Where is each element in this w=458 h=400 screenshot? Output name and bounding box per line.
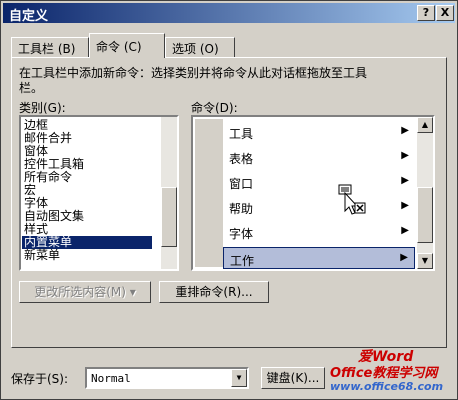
help-button[interactable]: ? — [417, 5, 435, 21]
save-in-value: Normal — [91, 372, 131, 385]
command-label: 工作 — [230, 254, 255, 268]
categories-list[interactable]: 边框 邮件合并 窗体 控件工具箱 所有命令 宏 字体 自动图文集 样式 内置菜单… — [19, 115, 179, 271]
command-label: 帮助 — [229, 202, 254, 216]
dialog-title: 自定义 — [9, 9, 49, 24]
customize-dialog: 自定义 ? X 工具栏 (B) 命令 (C) 选项 (O) 在工具栏中添加新命令… — [0, 0, 458, 400]
title-bar[interactable]: 自定义 ? X — [3, 3, 455, 24]
command-item[interactable]: 窗口 ▶ — [223, 171, 415, 193]
submenu-arrow-icon: ▶ — [401, 225, 409, 236]
command-label: 表格 — [229, 152, 254, 166]
command-label: 字体 — [229, 227, 254, 241]
command-label: 工具 — [229, 127, 254, 141]
categories-scroll-thumb[interactable] — [161, 187, 177, 247]
save-in-label: 保存于(S): — [11, 372, 69, 386]
save-in-combo[interactable]: Normal ▼ — [85, 367, 249, 389]
submenu-arrow-icon: ▶ — [401, 150, 409, 161]
scroll-up-icon[interactable]: ▲ — [417, 117, 433, 133]
tab-options[interactable]: 选项 (O) — [165, 37, 235, 57]
command-icon-strip — [195, 119, 223, 267]
instructions-line2: 栏。 — [19, 81, 44, 95]
drag-cursor-icon — [338, 184, 366, 215]
keyboard-button[interactable]: 键盘(K)... — [261, 367, 325, 389]
categories-scrollbar[interactable] — [161, 117, 177, 269]
close-button[interactable]: X — [436, 5, 454, 21]
instructions-line1: 在工具栏中添加新命令：选择类别并将命令从此对话框拖放至工具 — [19, 66, 368, 80]
command-item[interactable]: 帮助 ▶ — [223, 196, 415, 218]
submenu-arrow-icon: ▶ — [401, 175, 409, 186]
commands-scrollbar[interactable]: ▲ ▼ — [417, 117, 433, 269]
watermark-url: www.office68.com — [330, 380, 444, 393]
commands-scroll-thumb[interactable] — [417, 187, 433, 243]
category-item[interactable]: 新菜单 — [24, 249, 60, 262]
command-item[interactable]: 表格 ▶ — [223, 146, 415, 168]
rearrange-commands-button[interactable]: 重排命令(R)... — [159, 281, 269, 303]
commands-label: 命令(D): — [191, 101, 238, 115]
command-label: 窗口 — [229, 177, 254, 191]
submenu-arrow-icon: ▶ — [401, 125, 409, 136]
watermark-line2: Office教程学习网 — [330, 366, 438, 381]
modify-selection-button[interactable]: 更改所选内容(M) ▾ — [19, 281, 151, 303]
submenu-arrow-icon: ▶ — [401, 200, 409, 211]
command-item[interactable]: 字体 ▶ — [223, 221, 415, 243]
command-item-selected[interactable]: 工作 ▶ — [223, 247, 415, 269]
submenu-arrow-icon: ▶ — [400, 252, 408, 263]
dropdown-arrow-icon[interactable]: ▼ — [231, 369, 247, 387]
tab-toolbars[interactable]: 工具栏 (B) — [11, 37, 89, 57]
commands-list[interactable]: 工具 ▶ 表格 ▶ 窗口 ▶ 帮助 ▶ 字体 ▶ 工作 ▶ ▲ ▼ — [191, 115, 435, 271]
command-item[interactable]: 工具 ▶ — [223, 121, 415, 143]
tab-commands[interactable]: 命令 (C) — [89, 33, 165, 58]
categories-label: 类别(G): — [19, 101, 66, 115]
scroll-down-icon[interactable]: ▼ — [417, 253, 433, 269]
